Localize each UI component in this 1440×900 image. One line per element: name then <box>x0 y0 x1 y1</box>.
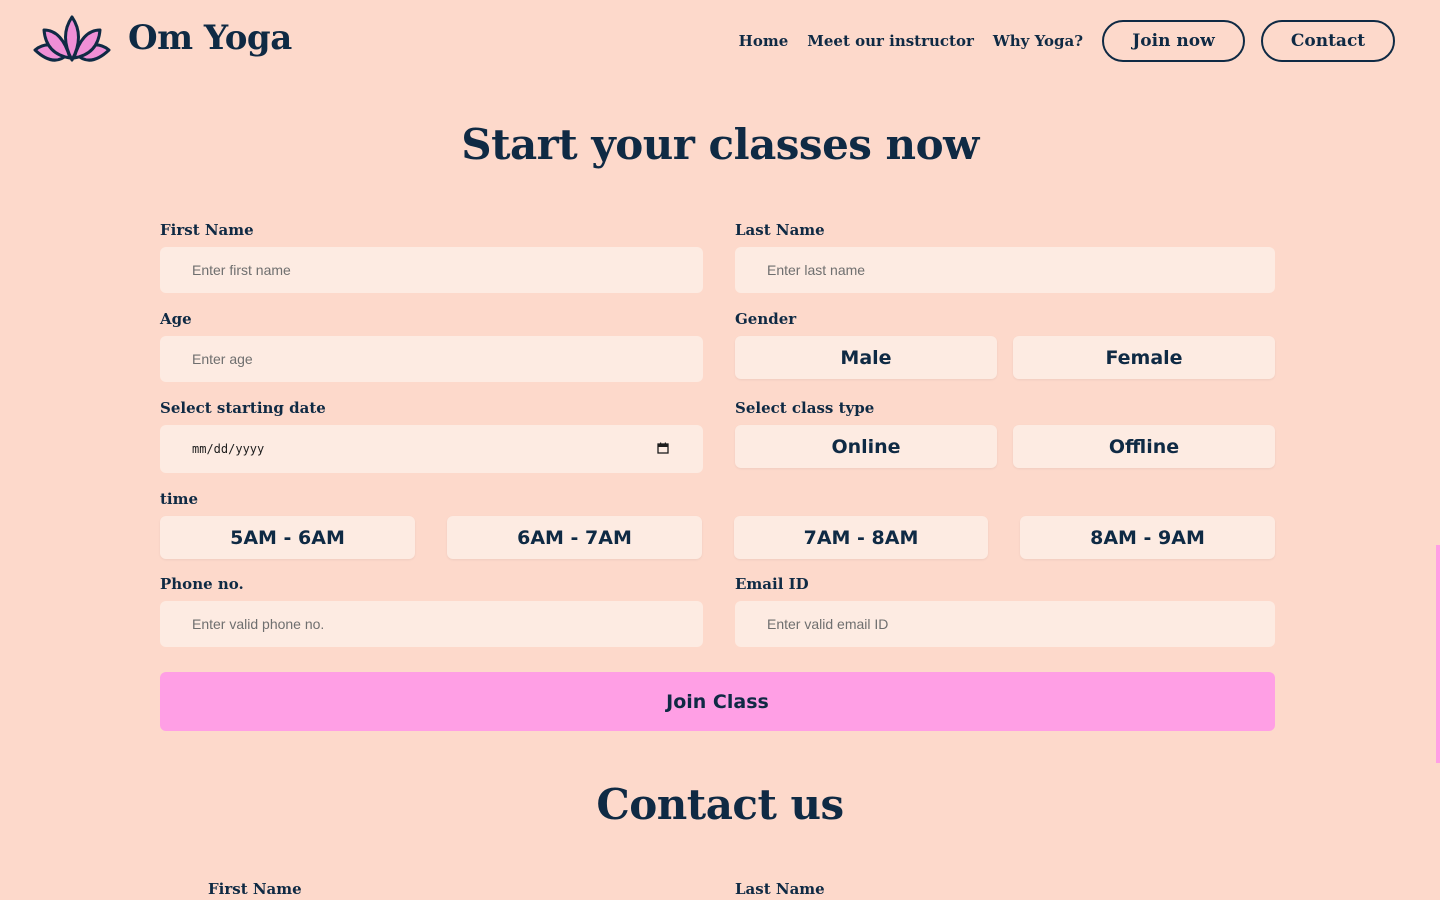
gender-label: Gender <box>735 310 797 328</box>
email-field[interactable]: Enter valid email ID <box>735 601 1275 647</box>
contact-title: Contact us <box>596 780 844 829</box>
first-name-field[interactable]: Enter first name <box>160 247 703 293</box>
brand-name[interactable]: Om Yoga <box>128 18 292 58</box>
date-label: Select starting date <box>160 399 326 417</box>
site-header: Om Yoga Home Meet our instructor Why Yog… <box>0 0 1440 84</box>
date-field[interactable]: mm/dd/yyyy <box>160 425 703 473</box>
age-label: Age <box>160 310 192 328</box>
nav-instructor[interactable]: Meet our instructor <box>807 32 974 50</box>
contact-first-name-label: First Name <box>208 880 302 898</box>
first-name-label: First Name <box>160 221 254 239</box>
age-field[interactable]: Enter age <box>160 336 703 382</box>
last-name-label: Last Name <box>735 221 825 239</box>
class-type-label: Select class type <box>735 399 875 417</box>
time-slot-7am[interactable]: 7AM - 8AM <box>734 516 988 559</box>
time-slot-8am[interactable]: 8AM - 9AM <box>1020 516 1275 559</box>
contact-button[interactable]: Contact <box>1261 20 1395 62</box>
time-label: time <box>160 490 199 508</box>
time-slot-6am[interactable]: 6AM - 7AM <box>447 516 702 559</box>
time-slot-5am[interactable]: 5AM - 6AM <box>160 516 415 559</box>
last-name-field[interactable]: Enter last name <box>735 247 1275 293</box>
calendar-icon[interactable] <box>657 442 669 454</box>
lotus-icon[interactable] <box>32 14 112 68</box>
gender-female-button[interactable]: Female <box>1013 336 1275 379</box>
date-placeholder: mm/dd/yyyy <box>192 442 265 456</box>
email-label: Email ID <box>735 575 809 593</box>
contact-last-name-label: Last Name <box>735 880 825 898</box>
nav-why-yoga[interactable]: Why Yoga? <box>993 32 1083 50</box>
main-nav: Home Meet our instructor Why Yoga? Join … <box>739 20 1395 62</box>
class-online-button[interactable]: Online <box>735 425 997 468</box>
gender-male-button[interactable]: Male <box>735 336 997 379</box>
phone-label: Phone no. <box>160 575 244 593</box>
join-class-button[interactable]: Join Class <box>160 672 1275 731</box>
class-offline-button[interactable]: Offline <box>1013 425 1275 468</box>
form-title: Start your classes now <box>461 120 979 169</box>
phone-field[interactable]: Enter valid phone no. <box>160 601 703 647</box>
nav-home[interactable]: Home <box>739 32 789 50</box>
scrollbar-thumb[interactable] <box>1436 545 1440 763</box>
join-now-button[interactable]: Join now <box>1102 20 1245 62</box>
